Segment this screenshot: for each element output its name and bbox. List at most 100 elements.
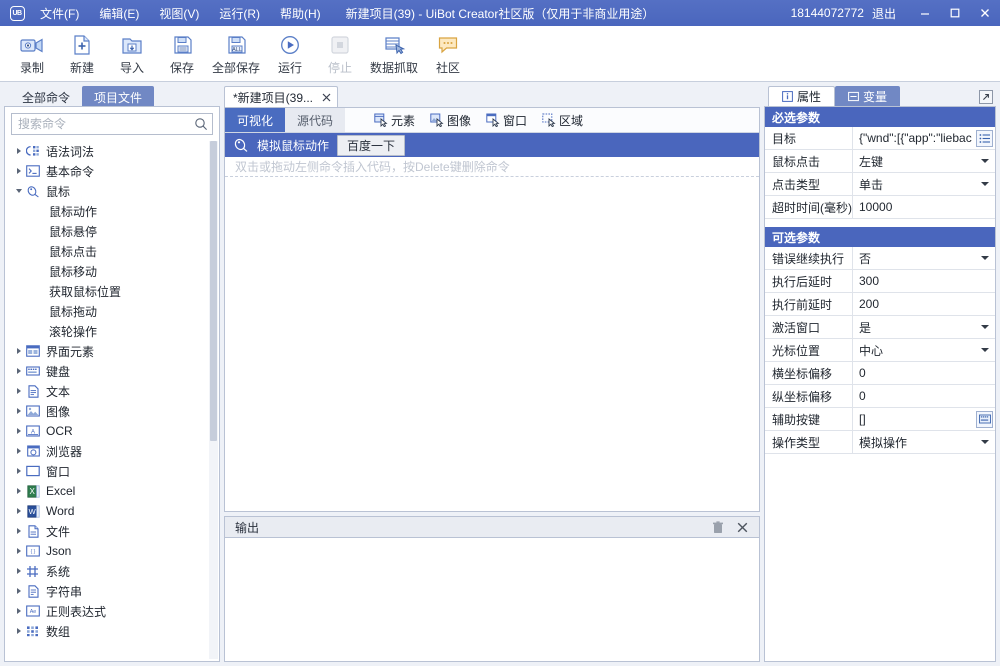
toolbar-button-new[interactable]: 新建 [58,29,106,79]
command-row-selected[interactable]: 模拟鼠标动作 百度一下 [225,133,759,157]
tree-group-item[interactable]: 文件 [5,521,219,541]
chevron-right-icon[interactable] [13,368,25,374]
chevron-right-icon[interactable] [13,468,25,474]
property-value-text[interactable]: 0 [853,385,995,407]
chevron-right-icon[interactable] [13,408,25,414]
toolbar-button-data-scrape[interactable]: 数据抓取 [366,29,422,79]
chevron-right-icon[interactable] [13,628,25,634]
close-icon[interactable] [970,0,1000,26]
tree-group-item[interactable]: 图像 [5,401,219,421]
tree-scrollbar-thumb[interactable] [210,141,217,441]
chevron-down-icon[interactable] [978,440,992,444]
toolbar-button-community[interactable]: 社区 [424,29,472,79]
logout-button[interactable]: 退出 [868,5,910,22]
property-value-dropdown[interactable]: 模拟操作 [853,431,995,453]
tree-leaf-item[interactable]: 鼠标拖动 [5,301,219,321]
search-box[interactable] [11,113,213,135]
tab-properties[interactable]: 属性 [768,86,835,106]
menu-edit[interactable]: 编辑(E) [89,1,149,26]
tree-group-item[interactable]: 系统 [5,561,219,581]
tab-source-view[interactable]: 源代码 [285,108,345,132]
capture-region-button[interactable]: 区域 [537,111,588,130]
keyboard-picker-icon[interactable] [976,411,993,428]
tree-group-item[interactable]: 窗口 [5,461,219,481]
property-value-text[interactable]: 200 [853,293,995,315]
menu-run[interactable]: 运行(R) [209,1,270,26]
search-input[interactable] [18,117,194,131]
chevron-right-icon[interactable] [13,148,25,154]
expand-arrow-icon[interactable] [979,90,993,104]
property-value-picker[interactable]: {"wnd":[{"app":"liebac [853,127,995,149]
property-value-dropdown[interactable]: 中心 [853,339,995,361]
capture-image-button[interactable]: 图像 [425,111,476,130]
minimize-icon[interactable] [910,0,940,26]
command-target-chip[interactable]: 百度一下 [337,135,405,156]
chevron-down-icon[interactable] [978,182,992,186]
property-value-picker[interactable]: [] [853,408,995,430]
tree-group-item[interactable]: 键盘 [5,361,219,381]
tree-group-item[interactable]: 语法词法 [5,141,219,161]
chevron-right-icon[interactable] [13,548,25,554]
toolbar-button-import[interactable]: 导入 [108,29,156,79]
toolbar-button-run[interactable]: 运行 [266,29,314,79]
tree-group-item[interactable]: 基本命令 [5,161,219,181]
capture-window-button[interactable]: 窗口 [481,111,532,130]
tree-scrollbar[interactable] [209,141,218,659]
chevron-down-icon[interactable] [978,348,992,352]
property-value-dropdown[interactable]: 是 [853,316,995,338]
list-picker-icon[interactable] [976,130,993,147]
tree-group-item[interactable]: 浏览器 [5,441,219,461]
property-value-dropdown[interactable]: 否 [853,247,995,269]
tree-group-item[interactable]: 字符串 [5,581,219,601]
toolbar-button-save-all[interactable]: ALL 全部保存 [208,29,264,79]
search-icon[interactable] [194,117,208,131]
chevron-right-icon[interactable] [13,168,25,174]
tree-leaf-item[interactable]: 获取鼠标位置 [5,281,219,301]
menu-view[interactable]: 视图(V) [149,1,209,26]
property-value-text[interactable]: 0 [853,362,995,384]
tree-leaf-item[interactable]: 鼠标移动 [5,261,219,281]
chevron-down-icon[interactable] [978,325,992,329]
chevron-right-icon[interactable] [13,608,25,614]
chevron-right-icon[interactable] [13,528,25,534]
chevron-right-icon[interactable] [13,568,25,574]
tree-group-item[interactable]: 界面元素 [5,341,219,361]
chevron-right-icon[interactable] [13,448,25,454]
chevron-right-icon[interactable] [13,348,25,354]
output-body[interactable] [224,537,760,662]
chevron-down-icon[interactable] [978,256,992,260]
menu-file[interactable]: 文件(F) [30,1,89,26]
tab-variables[interactable]: 变量 [835,86,900,106]
chevron-right-icon[interactable] [13,388,25,394]
tree-group-item[interactable]: Ae正则表达式 [5,601,219,621]
sidebar-tab-project-files[interactable]: 项目文件 [82,86,154,106]
sidebar-tab-all-commands[interactable]: 全部命令 [10,86,82,106]
tree-leaf-item[interactable]: 滚轮操作 [5,321,219,341]
property-value-dropdown[interactable]: 单击 [853,173,995,195]
toolbar-button-save[interactable]: 保存 [158,29,206,79]
maximize-icon[interactable] [940,0,970,26]
tab-visual-view[interactable]: 可视化 [225,108,285,132]
chevron-down-icon[interactable] [13,189,25,193]
chevron-down-icon[interactable] [978,159,992,163]
menu-help[interactable]: 帮助(H) [270,1,331,26]
capture-element-button[interactable]: 元素 [369,111,420,130]
tree-group-item[interactable]: 数组 [5,621,219,641]
tree-group-item[interactable]: AOCR [5,421,219,441]
toolbar-button-record[interactable]: 录制 [8,29,56,79]
property-value-text[interactable]: 10000 [853,196,995,218]
close-icon[interactable] [735,520,749,534]
property-value-text[interactable]: 300 [853,270,995,292]
trash-icon[interactable] [711,520,725,534]
tree-group-item[interactable]: 鼠标 [5,181,219,201]
tree-group-item[interactable]: { }Json [5,541,219,561]
tree-leaf-item[interactable]: 鼠标动作 [5,201,219,221]
document-tab[interactable]: *新建项目(39... [224,86,338,107]
tree-leaf-item[interactable]: 鼠标点击 [5,241,219,261]
tree-group-item[interactable]: 文本 [5,381,219,401]
chevron-right-icon[interactable] [13,588,25,594]
tree-group-item[interactable]: XExcel [5,481,219,501]
close-icon[interactable] [320,91,332,103]
property-value-dropdown[interactable]: 左键 [853,150,995,172]
chevron-right-icon[interactable] [13,428,25,434]
